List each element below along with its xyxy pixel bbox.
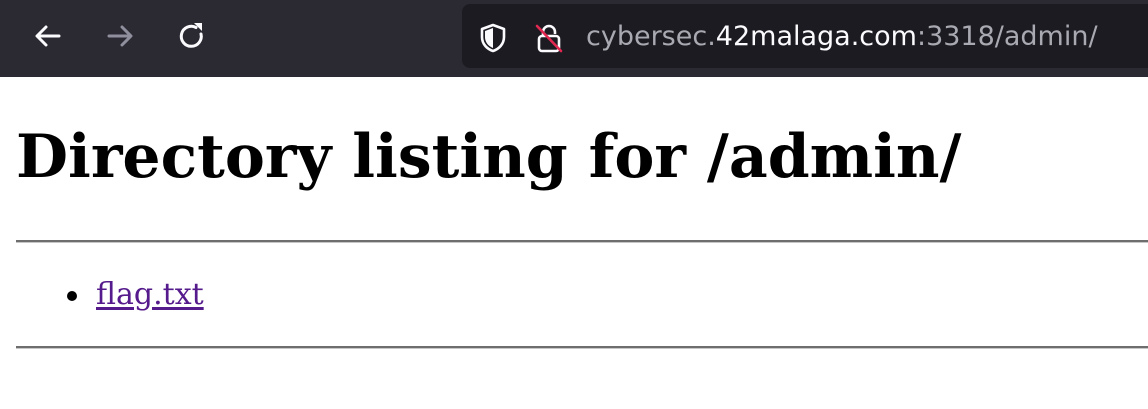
file-list: flag.txt	[0, 277, 204, 313]
browser-toolbar: cybersec.42malaga.com:3318/admin/	[0, 0, 1148, 77]
divider-top	[16, 240, 1148, 243]
address-bar[interactable]: cybersec.42malaga.com:3318/admin/	[462, 4, 1148, 68]
bullet-icon	[67, 291, 77, 301]
url-path: :3318/admin/	[916, 21, 1098, 52]
tracking-protection-shield-icon[interactable]	[478, 22, 508, 54]
back-button[interactable]	[26, 14, 70, 58]
file-link[interactable]: flag.txt	[96, 277, 204, 312]
list-item: flag.txt	[67, 277, 204, 313]
url-text[interactable]: cybersec.42malaga.com:3318/admin/	[586, 20, 1098, 54]
divider-bottom	[16, 346, 1148, 349]
url-domain: 42malaga.com	[715, 21, 917, 52]
url-subdomain: cybersec.	[586, 21, 716, 52]
insecure-lock-icon[interactable]	[534, 22, 564, 54]
forward-button[interactable]	[98, 14, 142, 58]
page-title: Directory listing for /admin/	[16, 122, 962, 192]
arrow-left-icon	[35, 25, 61, 47]
arrow-right-icon	[107, 25, 133, 47]
reload-button[interactable]	[170, 14, 214, 58]
page-content: Directory listing for /admin/ flag.txt	[0, 77, 1148, 409]
reload-icon	[179, 23, 203, 48]
